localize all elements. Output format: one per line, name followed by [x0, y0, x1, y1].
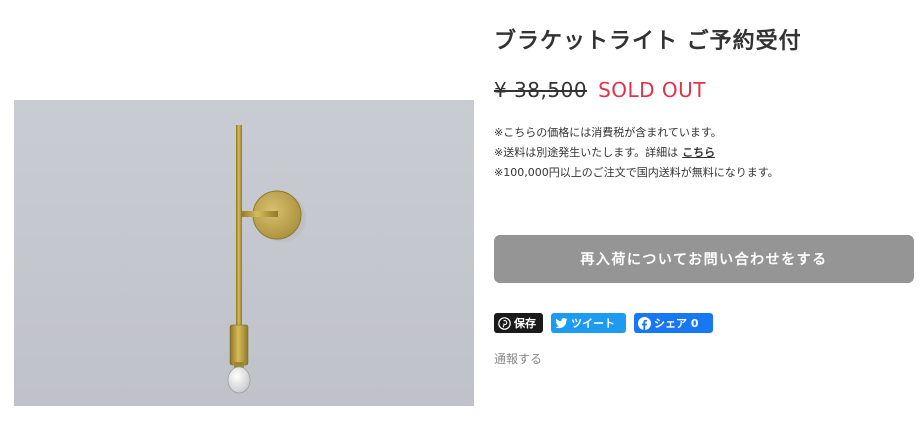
restock-inquiry-button[interactable]: 再入荷についてお問い合わせをする	[494, 235, 914, 283]
report-link[interactable]: 通報する	[494, 350, 542, 367]
tweet-label: ツイート	[571, 317, 615, 330]
twitter-icon	[555, 317, 568, 328]
pinterest-label: 保存	[514, 317, 536, 330]
free-shipping-note: ※100,000円以上のご注文で国内送料が無料になります。	[494, 166, 779, 179]
price-row: ¥ 38,500 SOLD OUT	[494, 78, 706, 102]
shipping-note-text: ※送料は別途発生いたします。詳細は	[494, 146, 679, 159]
brass-lamp-illustration	[227, 125, 306, 394]
facebook-share-button[interactable]: シェア 0	[634, 313, 713, 333]
tax-note: ※こちらの価格には消費税が含まれています。	[494, 126, 722, 139]
shipping-details-link[interactable]: こちら	[682, 146, 715, 159]
tweet-button[interactable]: ツイート	[551, 313, 626, 333]
facebook-label: シェア 0	[654, 317, 699, 330]
share-buttons: 保存 ツイート シェア 0	[494, 313, 713, 333]
pinterest-save-button[interactable]: 保存	[494, 313, 543, 333]
shipping-note: ※送料は別途発生いたします。詳細は こちら	[494, 143, 779, 163]
product-price: ¥ 38,500	[494, 78, 588, 102]
facebook-icon	[638, 316, 651, 330]
product-image[interactable]	[14, 100, 474, 406]
sold-out-badge: SOLD OUT	[598, 78, 706, 102]
pinterest-icon	[498, 316, 511, 330]
product-title: ブラケットライト ご予約受付	[494, 29, 802, 54]
product-notes: ※こちらの価格には消費税が含まれています。 ※送料は別途発生いたします。詳細はこ…	[494, 123, 779, 183]
